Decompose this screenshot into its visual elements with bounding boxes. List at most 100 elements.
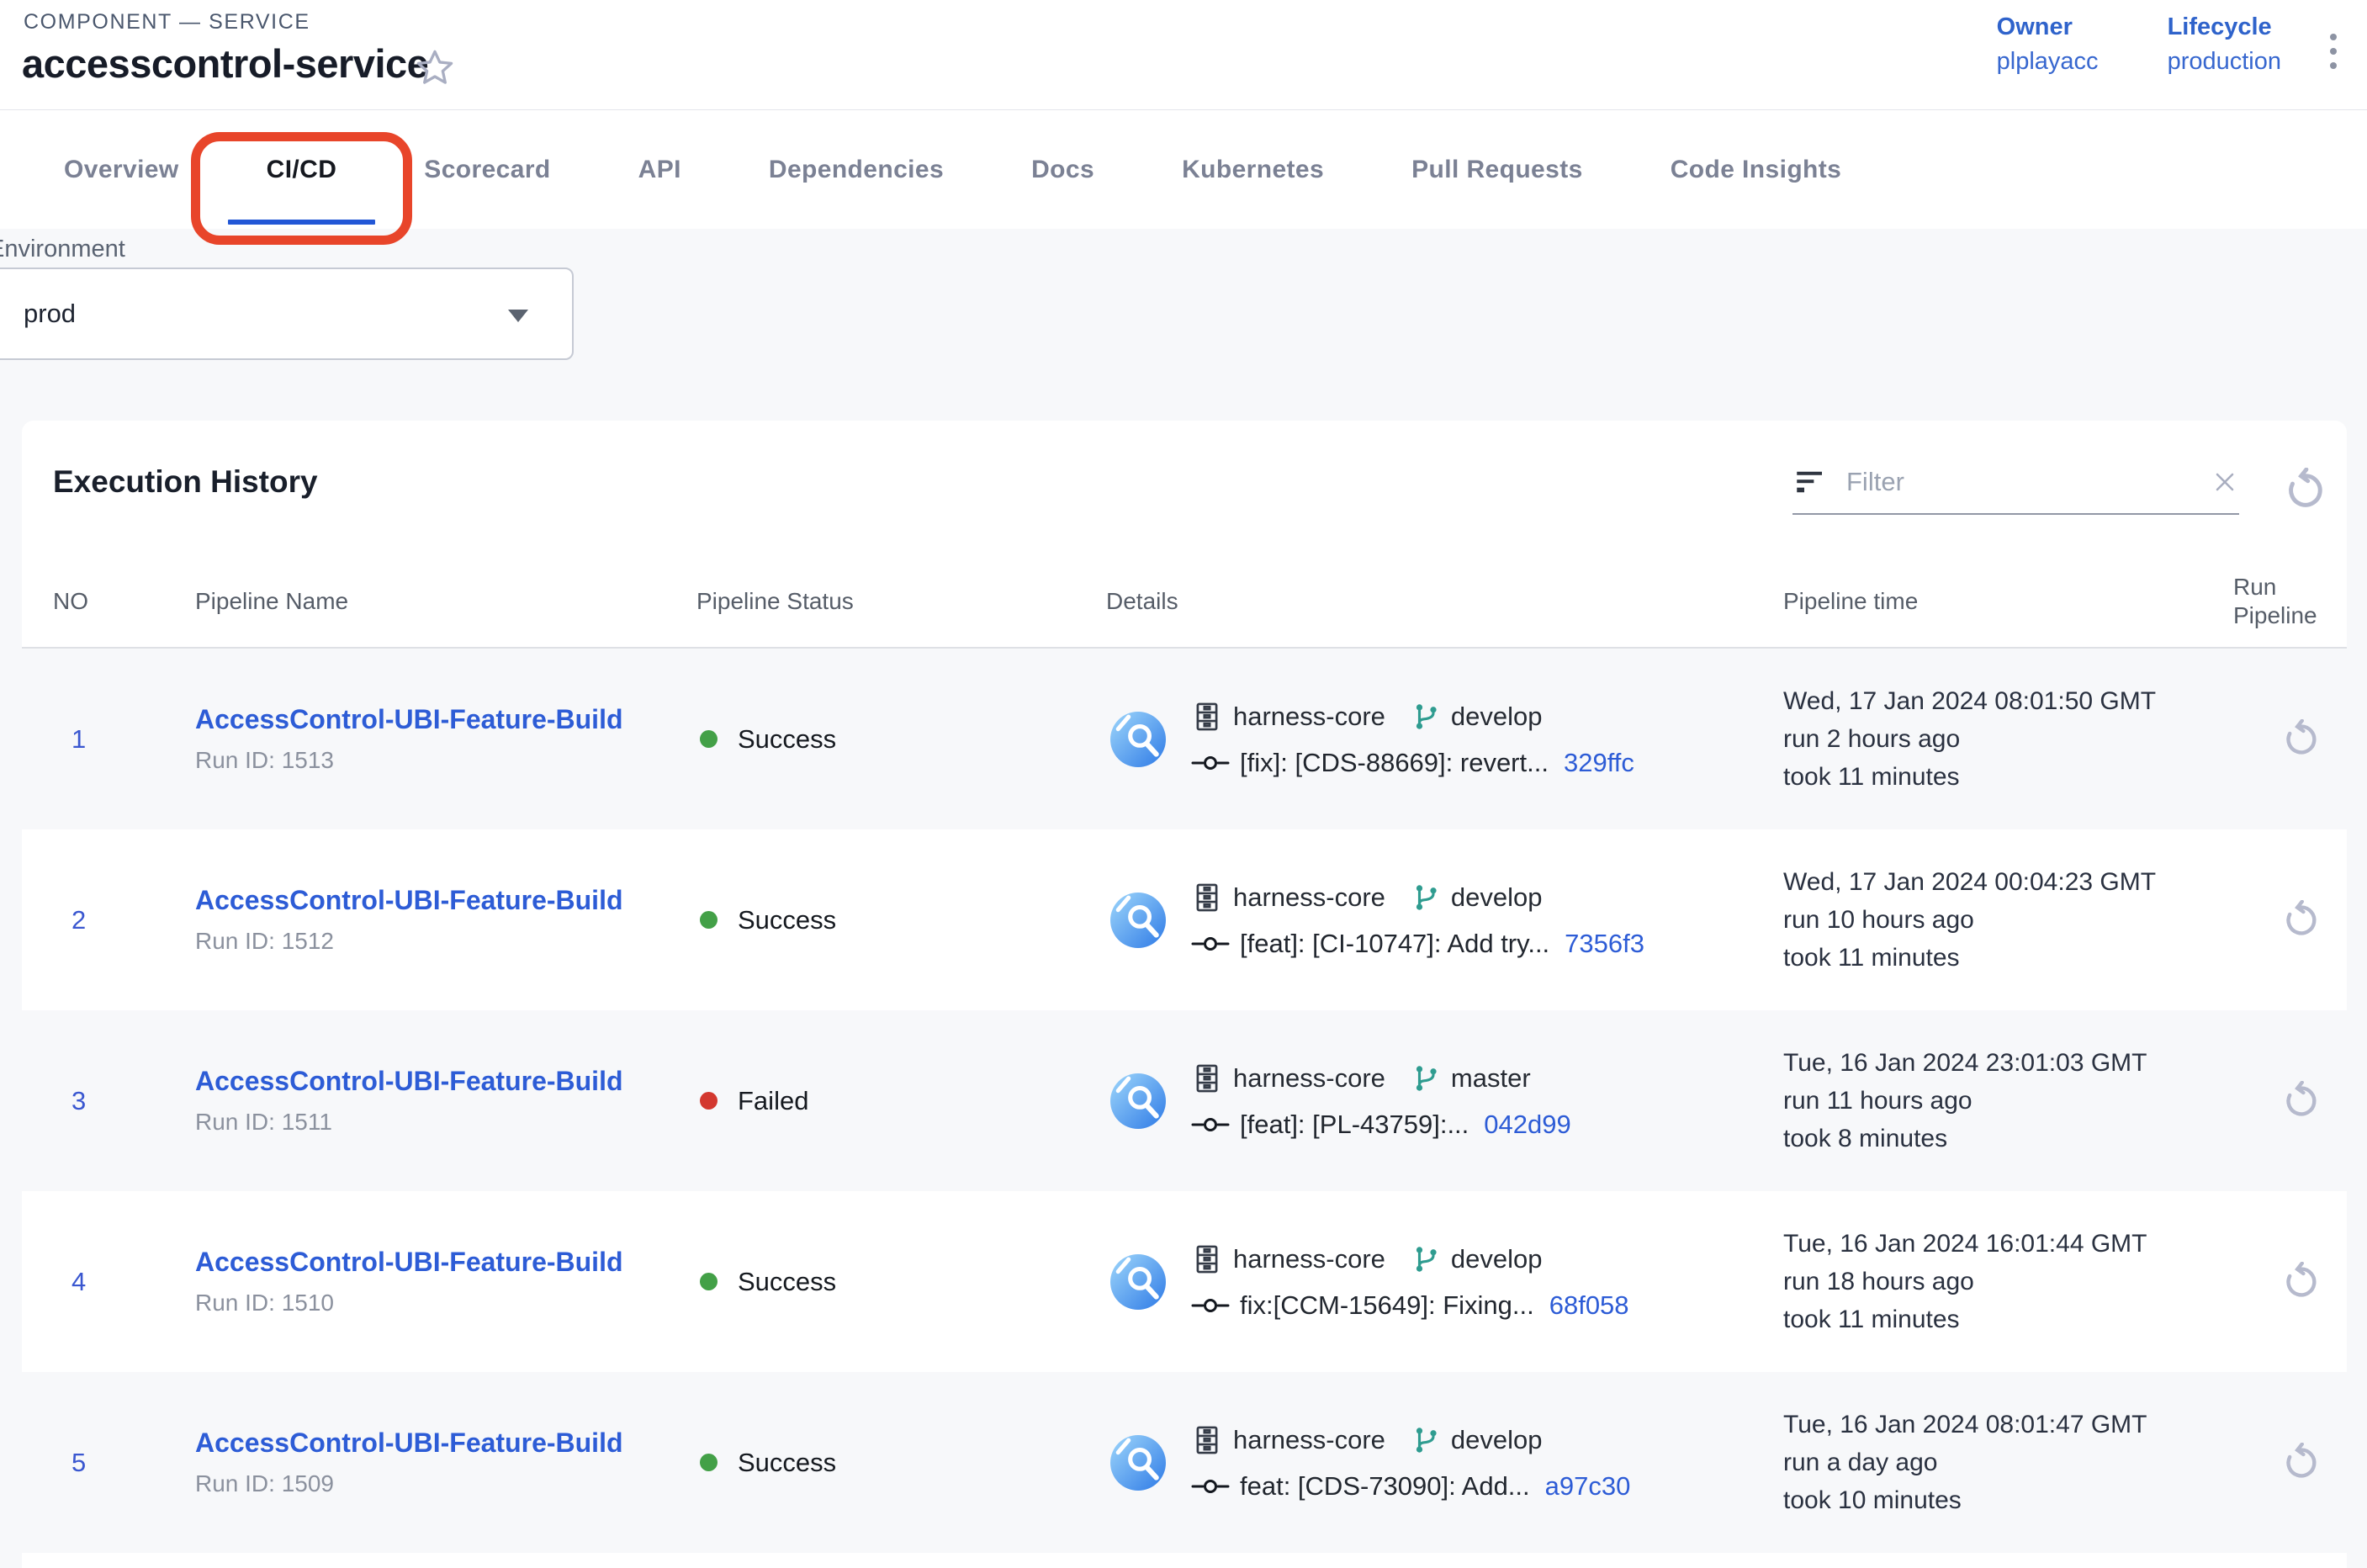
tab-kubernetes[interactable]: Kubernetes bbox=[1138, 110, 1368, 229]
breadcrumb: COMPONENT — SERVICE bbox=[24, 10, 310, 34]
time-took: took 10 minutes bbox=[1783, 1481, 2233, 1519]
time-took: took 8 minutes bbox=[1783, 1120, 2233, 1157]
time-ago: run a day ago bbox=[1783, 1444, 2233, 1481]
filter-input[interactable] bbox=[1846, 467, 2192, 497]
pipeline-name-cell: AccessControl-UBI-Feature-Build Run ID: … bbox=[195, 1428, 696, 1497]
row-number-link[interactable]: 3 bbox=[53, 1086, 195, 1116]
git-commit-icon bbox=[1191, 1475, 1230, 1497]
time-ago: run 2 hours ago bbox=[1783, 720, 2233, 758]
run-pipeline-icon[interactable] bbox=[2281, 1443, 2322, 1483]
pipeline-execution-icon[interactable] bbox=[1110, 1254, 1166, 1310]
filter-field bbox=[1792, 464, 2239, 515]
repository-icon bbox=[1191, 701, 1223, 733]
repository-icon bbox=[1191, 882, 1223, 914]
git-branch-icon bbox=[1411, 1063, 1441, 1094]
pipeline-name-link[interactable]: AccessControl-UBI-Feature-Build bbox=[195, 704, 696, 735]
run-pipeline-cell bbox=[2233, 719, 2347, 760]
tab-docs[interactable]: Docs bbox=[988, 110, 1138, 229]
repo-name: harness-core bbox=[1233, 1244, 1385, 1274]
row-number-link[interactable]: 5 bbox=[53, 1448, 195, 1478]
tab-dependencies[interactable]: Dependencies bbox=[725, 110, 988, 229]
tab-api[interactable]: API bbox=[595, 110, 725, 229]
refresh-icon[interactable] bbox=[2283, 468, 2328, 513]
git-branch-icon bbox=[1411, 1244, 1441, 1274]
lifecycle-value: production bbox=[2168, 48, 2281, 76]
pipeline-status-cell: Success bbox=[696, 905, 1106, 935]
pipeline-name-link[interactable]: AccessControl-UBI-Feature-Build bbox=[195, 1247, 696, 1278]
table-row: 5 AccessControl-UBI-Feature-Build Run ID… bbox=[22, 1372, 2347, 1553]
time-gmt: Tue, 16 Jan 2024 08:01:47 GMT bbox=[1783, 1406, 2233, 1444]
repo-name: harness-core bbox=[1233, 1063, 1385, 1094]
commit-hash-link[interactable]: a97c30 bbox=[1545, 1471, 1631, 1502]
pipeline-name-cell: AccessControl-UBI-Feature-Build Run ID: … bbox=[195, 1247, 696, 1316]
page-title: accesscontrol-service bbox=[22, 40, 428, 87]
commit-message: [feat]: [PL-43759]:... bbox=[1240, 1110, 1469, 1140]
commit-line: [fix]: [CDS-88669]: revert... 329ffc bbox=[1191, 748, 1634, 778]
execution-history-header: Execution History bbox=[22, 421, 2347, 555]
pipeline-name-cell: AccessControl-UBI-Feature-Build Run ID: … bbox=[195, 1066, 696, 1136]
row-number-link[interactable]: 2 bbox=[53, 905, 195, 935]
commit-hash-link[interactable]: 7356f3 bbox=[1565, 929, 1644, 959]
git-commit-icon bbox=[1191, 933, 1230, 955]
branch-name: develop bbox=[1451, 1244, 1543, 1274]
run-id: Run ID: 1511 bbox=[195, 1109, 696, 1136]
environment-selected-value: prod bbox=[24, 299, 76, 329]
environment-label: Environment bbox=[0, 236, 125, 263]
run-id: Run ID: 1513 bbox=[195, 747, 696, 774]
run-pipeline-icon[interactable] bbox=[2281, 719, 2322, 760]
run-id: Run ID: 1509 bbox=[195, 1470, 696, 1497]
pipeline-execution-icon[interactable] bbox=[1110, 893, 1166, 948]
pipeline-name-link[interactable]: AccessControl-UBI-Feature-Build bbox=[195, 1066, 696, 1097]
branch-name: develop bbox=[1451, 882, 1543, 913]
pipeline-status-cell: Failed bbox=[696, 1086, 1106, 1116]
pipeline-time-cell: Wed, 17 Jan 2024 08:01:50 GMT run 2 hour… bbox=[1783, 682, 2233, 796]
run-pipeline-icon[interactable] bbox=[2281, 1081, 2322, 1121]
pipeline-execution-icon[interactable] bbox=[1110, 1073, 1166, 1129]
environment-select[interactable]: prod bbox=[0, 268, 574, 360]
status-label: Success bbox=[738, 1448, 836, 1478]
owner-block: Owner plplayacc bbox=[1997, 13, 2099, 76]
row-number-link[interactable]: 4 bbox=[53, 1267, 195, 1297]
time-ago: run 11 hours ago bbox=[1783, 1082, 2233, 1120]
time-took: took 11 minutes bbox=[1783, 939, 2233, 977]
commit-hash-link[interactable]: 042d99 bbox=[1484, 1110, 1570, 1140]
tab-scorecard[interactable]: Scorecard bbox=[380, 110, 594, 229]
commit-hash-link[interactable]: 68f058 bbox=[1549, 1290, 1629, 1321]
filter-funnel-icon bbox=[1792, 464, 1828, 500]
filter-clear-icon[interactable] bbox=[2211, 468, 2239, 496]
pipeline-name-link[interactable]: AccessControl-UBI-Feature-Build bbox=[195, 885, 696, 916]
pipeline-execution-icon[interactable] bbox=[1110, 712, 1166, 767]
tab-pull-requests[interactable]: Pull Requests bbox=[1368, 110, 1627, 229]
commit-hash-link[interactable]: 329ffc bbox=[1564, 748, 1634, 778]
commit-line: fix:[CCM-15649]: Fixing... 68f058 bbox=[1191, 1290, 1629, 1321]
tab-overview[interactable]: Overview bbox=[20, 110, 223, 229]
row-number-link[interactable]: 1 bbox=[53, 724, 195, 755]
time-took: took 11 minutes bbox=[1783, 1300, 2233, 1338]
tab-cicd[interactable]: CI/CD bbox=[223, 110, 381, 229]
details-cell: harness-core master [feat]: [PL-43759]:.… bbox=[1106, 1062, 1783, 1140]
run-pipeline-cell bbox=[2233, 1262, 2347, 1302]
details-cell: harness-core develop feat: [CDS-73090]: … bbox=[1106, 1424, 1783, 1502]
table-row: 1 AccessControl-UBI-Feature-Build Run ID… bbox=[22, 649, 2347, 829]
run-id: Run ID: 1510 bbox=[195, 1290, 696, 1316]
status-dot bbox=[700, 1092, 718, 1110]
table-header-row: NO Pipeline Name Pipeline Status Details… bbox=[22, 555, 2347, 649]
run-pipeline-cell bbox=[2233, 900, 2347, 940]
cicd-tab-content: Environment prod Execution History NO Pi… bbox=[0, 229, 2367, 1568]
git-branch-icon bbox=[1411, 702, 1441, 732]
col-header-details: Details bbox=[1106, 588, 1783, 615]
pipeline-execution-icon[interactable] bbox=[1110, 1435, 1166, 1491]
table-row: 3 AccessControl-UBI-Feature-Build Run ID… bbox=[22, 1010, 2347, 1191]
status-dot bbox=[700, 911, 718, 929]
tab-code-insights[interactable]: Code Insights bbox=[1627, 110, 1886, 229]
owner-value-link[interactable]: plplayacc bbox=[1997, 48, 2099, 76]
favorite-star-icon[interactable] bbox=[414, 47, 456, 89]
pipeline-name-link[interactable]: AccessControl-UBI-Feature-Build bbox=[195, 1428, 696, 1459]
entity-meta: Owner plplayacc Lifecycle production bbox=[1997, 13, 2281, 76]
run-pipeline-icon[interactable] bbox=[2281, 1262, 2322, 1302]
run-pipeline-icon[interactable] bbox=[2281, 900, 2322, 940]
run-pipeline-cell bbox=[2233, 1443, 2347, 1483]
branch-name: develop bbox=[1451, 702, 1543, 732]
more-options-kebab-icon[interactable] bbox=[2325, 29, 2342, 74]
col-header-no: NO bbox=[53, 588, 195, 615]
